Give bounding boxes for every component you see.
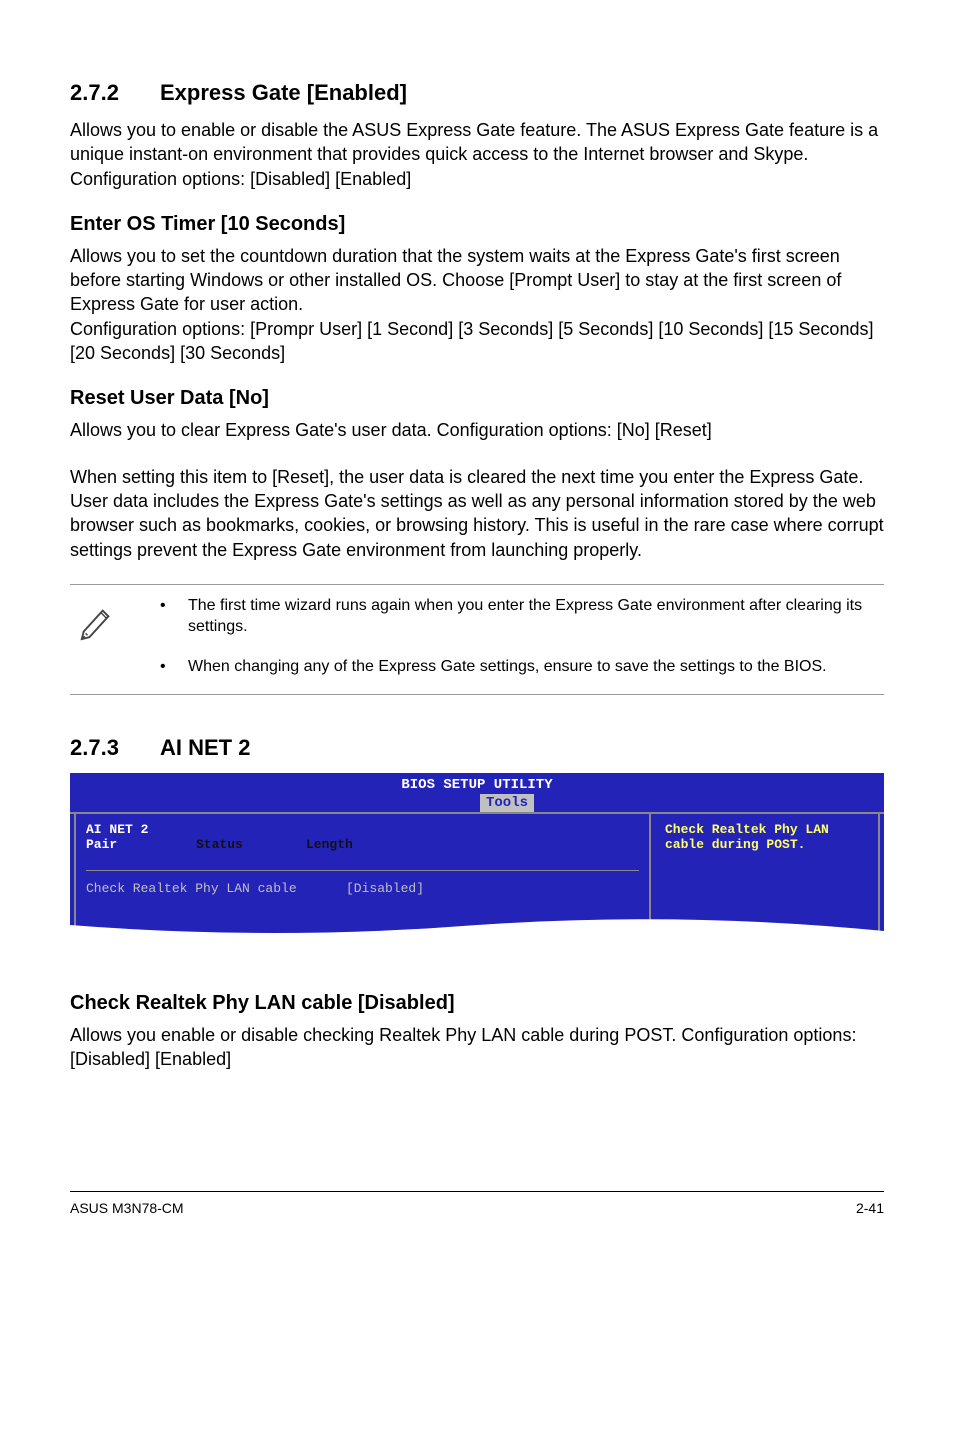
footer-left: ASUS M3N78-CM — [70, 1200, 184, 1216]
bios-setting-row: Check Realtek Phy LAN cable[Disabled] — [86, 881, 639, 896]
bullet-dot: • — [160, 595, 188, 638]
bios-header: BIOS SETUP UTILITY — [70, 773, 884, 793]
bios-left-panel: AI NET 2 PairStatusLength Check Realtek … — [74, 814, 651, 942]
paragraph-check-realtek: Allows you enable or disable checking Re… — [70, 1023, 884, 1072]
subheading-enter-os-timer: Enter OS Timer [10 Seconds] — [70, 213, 884, 236]
note-text-2: When changing any of the Express Gate se… — [188, 656, 827, 678]
bios-col-ai: AI NET 2 — [86, 822, 196, 837]
bios-help-text: Check Realtek Phy LAN cable during POST. — [665, 822, 829, 852]
heading-number: 2.7.2 — [70, 80, 160, 106]
note-text-1: The first time wizard runs again when yo… — [188, 595, 884, 638]
heading-273: 2.7.3 AI NET 2 — [70, 735, 884, 761]
bios-setting-value: [Disabled] — [346, 881, 424, 896]
note-box: • The first time wizard runs again when … — [70, 584, 884, 695]
heading-272: 2.7.2 Express Gate [Enabled] — [70, 80, 884, 106]
bios-tab-tools: Tools — [480, 794, 534, 812]
bios-divider — [86, 870, 639, 871]
subheading-reset-user-data: Reset User Data [No] — [70, 387, 884, 410]
heading-title: Express Gate [Enabled] — [160, 80, 407, 106]
bios-setting-label: Check Realtek Phy LAN cable — [86, 881, 346, 896]
bios-col-length: Length — [306, 837, 353, 852]
paragraph-reset-user-data-2: When setting this item to [Reset], the u… — [70, 465, 884, 562]
bios-col-pair: Pair — [86, 837, 196, 852]
bios-tab-row: Tools — [70, 793, 884, 812]
paragraph-reset-user-data-1: Allows you to clear Express Gate's user … — [70, 418, 884, 442]
heading-number: 2.7.3 — [70, 735, 160, 761]
heading-title: AI NET 2 — [160, 735, 250, 761]
bios-col-status: Status — [196, 837, 306, 852]
bullet-dot: • — [160, 656, 188, 678]
subheading-check-realtek: Check Realtek Phy LAN cable [Disabled] — [70, 992, 884, 1015]
bios-help-panel: Check Realtek Phy LAN cable during POST. — [655, 814, 880, 942]
note-content: • The first time wizard runs again when … — [160, 595, 884, 684]
footer-right: 2-41 — [856, 1200, 884, 1216]
page-footer: ASUS M3N78-CM 2-41 — [70, 1191, 884, 1216]
bios-table-header: AI NET 2 PairStatusLength — [86, 822, 639, 852]
intro-paragraph: Allows you to enable or disable the ASUS… — [70, 118, 884, 191]
paragraph-enter-os-timer: Allows you to set the countdown duration… — [70, 244, 884, 365]
pencil-icon — [70, 595, 160, 684]
bios-setup-screenshot: BIOS SETUP UTILITY Tools AI NET 2 PairSt… — [70, 773, 884, 942]
